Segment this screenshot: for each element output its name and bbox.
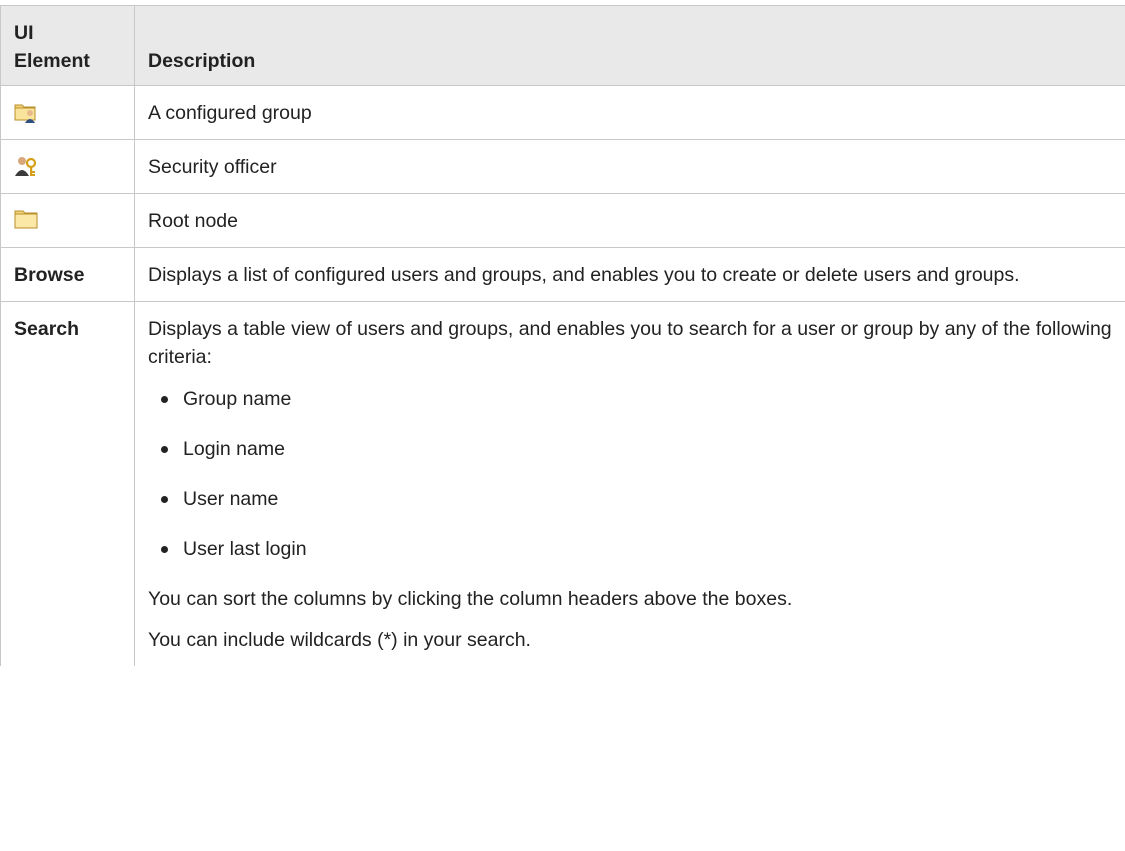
icon-cell — [0, 85, 135, 140]
wildcard-note: You can include wildcards (*) in your se… — [148, 629, 531, 651]
table-row: Security officer — [0, 139, 1125, 194]
header-ui-element: UI Element — [0, 5, 135, 86]
table-header-row: UI Element Description — [0, 5, 1125, 86]
icon-cell — [0, 193, 135, 248]
row-description: A configured group — [134, 85, 1125, 140]
table-row: Root node — [0, 193, 1125, 248]
list-item: User last login — [148, 535, 1117, 563]
ui-elements-table: UI Element Description A configured group — [0, 5, 1125, 666]
table-row: A configured group — [0, 85, 1125, 140]
list-item: User name — [148, 485, 1117, 513]
table-row: Browse Displays a list of configured use… — [0, 247, 1125, 302]
criteria-list: Group name Login name User name User las… — [148, 385, 1117, 563]
list-item: Group name — [148, 385, 1117, 413]
header-element-line2: Element — [14, 50, 90, 72]
list-item: Login name — [148, 435, 1117, 463]
row-description: Displays a table view of users and group… — [148, 318, 1112, 368]
root-node-folder-icon — [14, 208, 126, 230]
header-description: Description — [134, 5, 1125, 86]
row-label-browse: Browse — [0, 247, 135, 302]
table-row: Search Displays a table view of users an… — [0, 301, 1125, 666]
configured-group-icon — [14, 100, 126, 124]
security-officer-icon — [14, 154, 126, 178]
sort-note: You can sort the columns by clicking the… — [148, 588, 793, 610]
row-label-search: Search — [0, 301, 135, 666]
search-description-cell: Displays a table view of users and group… — [134, 301, 1125, 666]
header-ui-line1: UI — [14, 22, 34, 44]
icon-cell — [0, 139, 135, 194]
row-description: Security officer — [134, 139, 1125, 194]
row-description: Displays a list of configured users and … — [134, 247, 1125, 302]
row-description: Root node — [134, 193, 1125, 248]
